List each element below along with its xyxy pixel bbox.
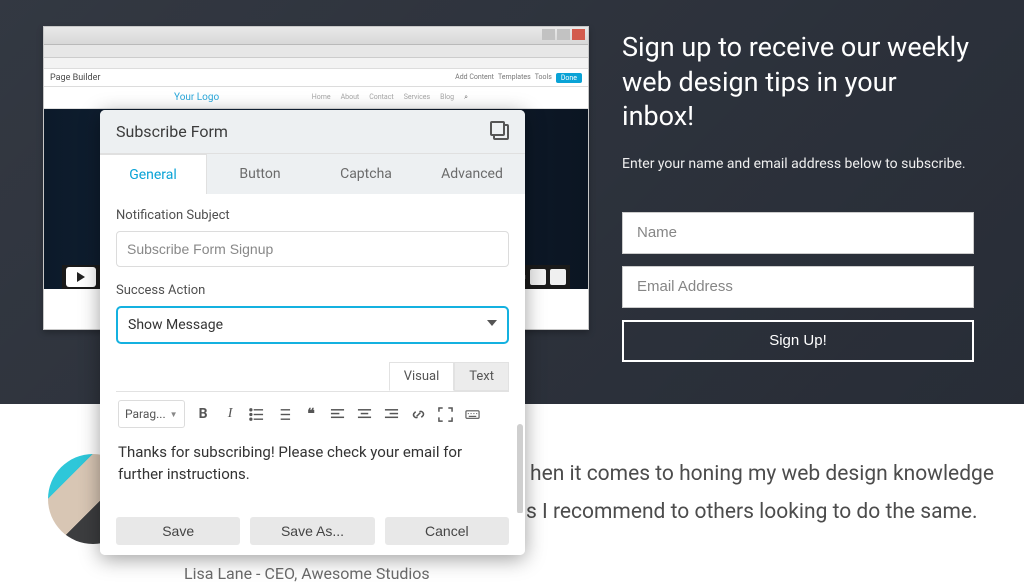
quote-partial1: hen it comes to honing my web design kno… (530, 458, 994, 492)
site-nav: Home About Contact Services Blog ⌕ (312, 93, 468, 102)
link-icon[interactable] (411, 407, 428, 422)
editor-toolbar: Parag... B I ❝ (116, 392, 509, 436)
bullet-list-icon[interactable] (249, 407, 266, 422)
site-header: Your Logo Home About Contact Services Bl… (44, 87, 588, 109)
play-button[interactable] (66, 267, 96, 287)
save-as-button[interactable]: Save As... (250, 517, 374, 545)
name-input[interactable] (622, 212, 974, 254)
tab-captcha[interactable]: Captcha (313, 154, 419, 194)
modal-body: Notification Subject Success Action Show… (100, 194, 525, 513)
signup-panel: Sign up to receive our weekly web design… (622, 30, 974, 362)
tab-button[interactable]: Button (207, 154, 313, 194)
signup-button[interactable]: Sign Up! (622, 320, 974, 362)
fullscreen-icon[interactable] (438, 407, 455, 422)
quote-icon[interactable]: ❝ (303, 406, 320, 423)
number-list-icon[interactable] (276, 407, 293, 422)
success-action-select[interactable]: Show Message (116, 306, 509, 344)
notification-input[interactable] (116, 231, 509, 267)
tab-general[interactable]: General (100, 154, 207, 194)
paragraph-select[interactable]: Parag... (118, 400, 185, 428)
success-label: Success Action (116, 283, 509, 298)
italic-icon[interactable]: I (222, 406, 239, 422)
modal-title: Subscribe Form (116, 122, 228, 141)
signup-form: Sign Up! (622, 212, 974, 362)
browser-address (44, 58, 588, 69)
subscribe-form-modal: Subscribe Form General Button Captcha Ad… (100, 110, 525, 555)
nav-item[interactable]: Blog (440, 93, 454, 102)
builder-tools[interactable]: Tools (535, 73, 552, 83)
notification-label: Notification Subject (116, 208, 509, 223)
hero-heading: Sign up to receive our weekly web design… (622, 30, 974, 134)
site-logo: Your Logo (174, 92, 219, 103)
chevron-down-icon (487, 320, 497, 326)
cancel-button[interactable]: Cancel (385, 517, 509, 545)
search-icon[interactable]: ⌕ (464, 93, 468, 102)
attribution: Lisa Lane - CEO, Awesome Studios (184, 564, 430, 583)
builder-add[interactable]: Add Content (455, 73, 494, 83)
nav-item[interactable]: About (341, 93, 360, 102)
save-button[interactable]: Save (116, 517, 240, 545)
email-input[interactable] (622, 266, 974, 308)
scrollbar[interactable] (517, 424, 523, 513)
nav-item[interactable]: Services (404, 93, 430, 102)
editor-tab-visual[interactable]: Visual (389, 362, 455, 391)
keyboard-icon[interactable] (465, 407, 482, 422)
align-center-icon[interactable] (357, 407, 374, 422)
gear-icon[interactable] (530, 269, 546, 285)
restore-window-icon[interactable] (493, 124, 509, 140)
browser-chrome (44, 27, 588, 45)
editor-tab-text[interactable]: Text (454, 362, 509, 391)
nav-item[interactable]: Contact (369, 93, 393, 102)
hero-subtext: Enter your name and email address below … (622, 156, 974, 172)
align-right-icon[interactable] (384, 407, 401, 422)
nav-item[interactable]: Home (312, 93, 331, 102)
align-left-icon[interactable] (330, 407, 347, 422)
builder-title: Page Builder (50, 73, 100, 83)
tab-advanced[interactable]: Advanced (419, 154, 525, 194)
bold-icon[interactable]: B (195, 406, 212, 422)
browser-tabs (44, 45, 588, 58)
editor-content[interactable]: Thanks for subscribing! Please check you… (116, 436, 509, 486)
builder-done[interactable]: Done (556, 73, 582, 83)
editor-tabs: Visual Text (116, 362, 509, 392)
fullscreen-icon[interactable] (550, 269, 566, 285)
quote-partial2: s I recommend to others looking to do th… (526, 496, 978, 530)
modal-tabs: General Button Captcha Advanced (100, 154, 525, 194)
builder-header: Page Builder Add Content Templates Tools… (44, 69, 588, 87)
builder-templates[interactable]: Templates (498, 73, 531, 83)
modal-footer: Save Save As... Cancel (100, 513, 525, 555)
modal-titlebar[interactable]: Subscribe Form (100, 110, 525, 154)
